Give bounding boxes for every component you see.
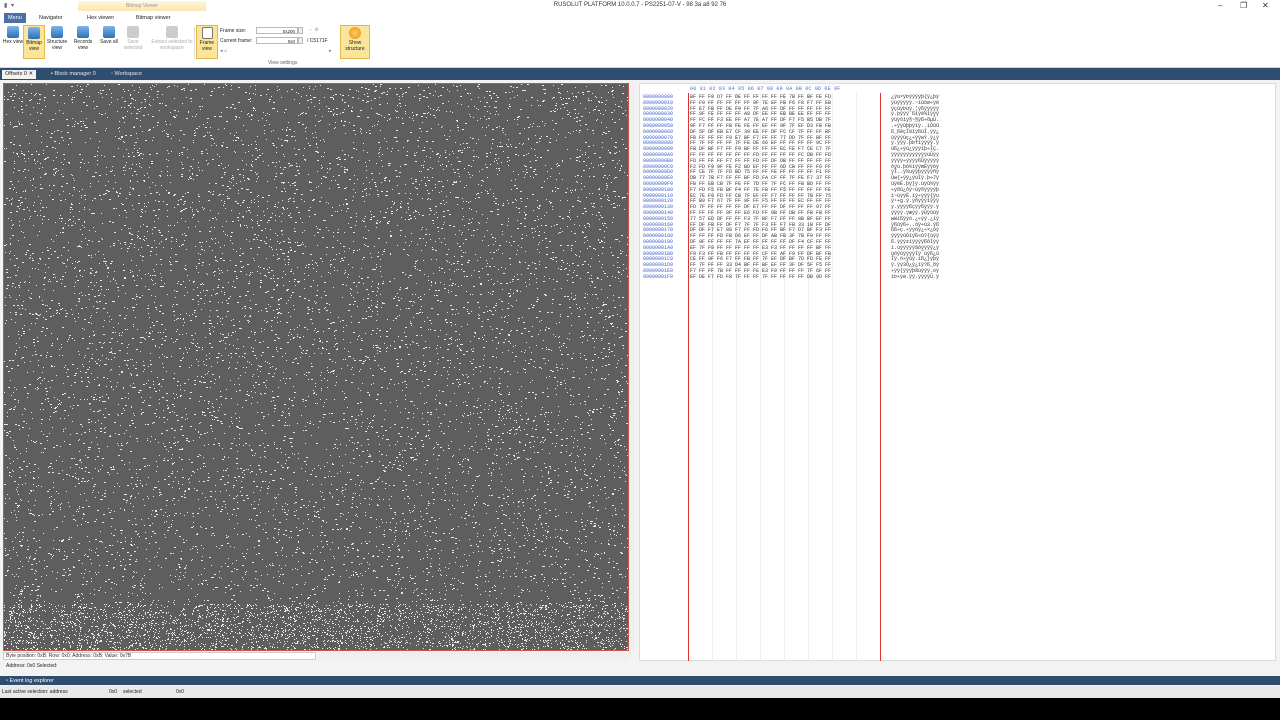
bitmap-noise — [4, 84, 628, 650]
structure-view-label: Structure view — [46, 39, 68, 51]
current-frame-label: Current frame: — [220, 38, 253, 44]
extract-icon — [166, 26, 178, 38]
hex-view-button[interactable]: Hex view — [2, 25, 24, 59]
hex-row: EF DE F7 FD F8 7F FF FF 7F FF FF FF FF D… — [690, 273, 832, 280]
hex-offset: 00000001F0 — [643, 273, 674, 280]
hex-offset-column: 0000000000 0000000010 0000000020 0000000030… — [643, 94, 674, 281]
tab-navigator[interactable]: Navigator — [39, 13, 63, 23]
hex-left-border — [688, 93, 689, 661]
frame-size-spinner[interactable] — [298, 27, 303, 34]
show-structure-label: Show structure — [345, 40, 365, 52]
bitmap-view-icon — [28, 27, 40, 39]
records-view-button[interactable]: Records view — [72, 25, 94, 59]
ribbon: Hex view Bitmap view Structure view Reco… — [0, 23, 1280, 68]
tab-event-log-explorer[interactable]: ▫ Event log explorer — [3, 677, 57, 685]
bitmap-canvas[interactable] — [3, 83, 629, 651]
view-settings-group-label: View settings — [268, 60, 298, 66]
save-all-icon — [103, 26, 115, 38]
frame-size-input[interactable]: 0x200 — [256, 27, 298, 34]
selection-status-text: Address: 0x0 Selected: — [6, 663, 58, 669]
status-bar: Last active selection: address 0x0 selec… — [0, 686, 1280, 698]
hex-view-label: Hex view — [2, 39, 24, 45]
bitmap-view-label: Bitmap view — [26, 40, 42, 52]
bottom-tab-bar: ▫ Event log explorer — [0, 676, 1280, 685]
save-all-button[interactable]: Save all — [98, 25, 120, 59]
bitmap-background — [4, 84, 628, 650]
hex-column-header: 00 01 02 03 04 05 06 07 08 09 0A 0B 0C 0… — [690, 86, 841, 92]
frame-total-text: / C5171F — [307, 38, 328, 44]
status-address-value: 0x0 — [109, 689, 118, 695]
minimize-icon[interactable]: – — [1218, 1, 1222, 10]
bitmap-view-button[interactable]: Bitmap view — [23, 25, 45, 59]
save-selected-icon — [127, 26, 139, 38]
extract-selected-button[interactable]: Extract selected to workspace — [150, 25, 194, 59]
tab-bitmap-viewer[interactable]: Bitmap viewer — [136, 13, 171, 23]
extract-selected-label: Extract selected to workspace — [151, 39, 193, 51]
save-selected-label: Save selected — [123, 39, 143, 51]
save-selected-button[interactable]: Save selected — [122, 25, 144, 59]
frame-view-button[interactable]: Frame view — [196, 25, 218, 59]
window-title: RUSOLUT PLATFORM 10.0.0.7 - PS2251-07-V … — [553, 2, 727, 8]
close-tab-icon[interactable]: ✕ — [28, 71, 33, 77]
tab-workspace[interactable]: ◦ Workspace — [108, 70, 145, 79]
frame-next-icon[interactable]: ▸ — [329, 48, 332, 54]
save-all-label: Save all — [100, 39, 118, 45]
hex-bytes-area[interactable]: BF FF F9 D7 FF DE FF FF FF FF FE 7B FF B… — [690, 94, 832, 281]
bitmap-vertical-scrollbar[interactable] — [629, 83, 635, 651]
frame-size-label: Frame size: — [220, 28, 247, 34]
ribbon-separator — [194, 27, 195, 59]
tab-event-log-label: Event log explorer — [9, 678, 54, 684]
records-view-icon — [77, 26, 89, 38]
hex-view-icon — [7, 26, 19, 38]
hex-right-border — [880, 93, 881, 661]
structure-view-button[interactable]: Structure view — [46, 25, 68, 59]
application-window: ▮ ▾ Bitmap Viewer RUSOLUT PLATFORM 10.0.… — [0, 0, 1280, 698]
tab-workspace-label: Workspace — [114, 71, 142, 77]
hex-ascii-area[interactable]: ¿ÿù×ÿÞÿÿÿÿþ{ÿ¿þý ÿùÿÿÿÿÿ.~ïûöø÷ÿë ÿçûÿÞùÿ.… — [891, 94, 940, 281]
last-active-selection-text: Last active selection: address — [2, 689, 68, 695]
frame-prev-icon[interactable]: ◂ ◃ — [220, 48, 226, 54]
tab-hex-viewer[interactable]: Hex viewer — [87, 13, 114, 23]
restore-icon[interactable]: ❐ — [1240, 1, 1247, 10]
ribbon-tab-row: Menu Navigator Hex viewer Bitmap viewer — [0, 12, 1280, 23]
show-structure-button[interactable]: Show structure — [340, 25, 370, 59]
bitmap-status-text: Byte position: 0xB; Row: 0x0; Address: 0… — [3, 652, 316, 660]
close-icon[interactable]: ✕ — [1262, 1, 1269, 10]
frame-size-fit-icon[interactable]: ⇔ ⚙ — [308, 27, 319, 33]
show-structure-icon — [349, 27, 361, 39]
tab-offsets-label: Offsets 0 — [5, 71, 27, 77]
records-view-label: Records view — [73, 39, 93, 51]
status-selected-value: 0x0 — [176, 689, 185, 695]
tab-menu[interactable]: Menu — [4, 13, 26, 23]
tab-block-manager[interactable]: ▪ Block manager 0 — [48, 70, 99, 79]
hex-column-guide — [856, 93, 857, 661]
tab-offsets[interactable]: Offsets 0 ✕ — [2, 70, 37, 79]
tab-block-manager-label: Block manager 0 — [54, 71, 96, 77]
status-selected-label: selected — [123, 689, 142, 695]
current-frame-input[interactable]: 0x0 — [256, 37, 298, 44]
bitmap-horizontal-scrollbar[interactable] — [318, 652, 630, 660]
title-bar: ▮ ▾ Bitmap Viewer RUSOLUT PLATFORM 10.0.… — [0, 0, 1280, 12]
hex-column-guide — [832, 93, 833, 661]
current-frame-spinner[interactable] — [298, 37, 303, 44]
structure-view-icon — [51, 26, 63, 38]
document-tab-bar: Offsets 0 ✕ ▪ Block manager 0 ◦ Workspac… — [0, 68, 1280, 80]
hex-ascii-row: ïÞ÷ýø.ÿÿ.ÿÿÿÿÛ.ÿ — [891, 273, 940, 280]
frame-view-label: Frame view — [199, 40, 215, 52]
frame-view-icon — [201, 27, 213, 39]
